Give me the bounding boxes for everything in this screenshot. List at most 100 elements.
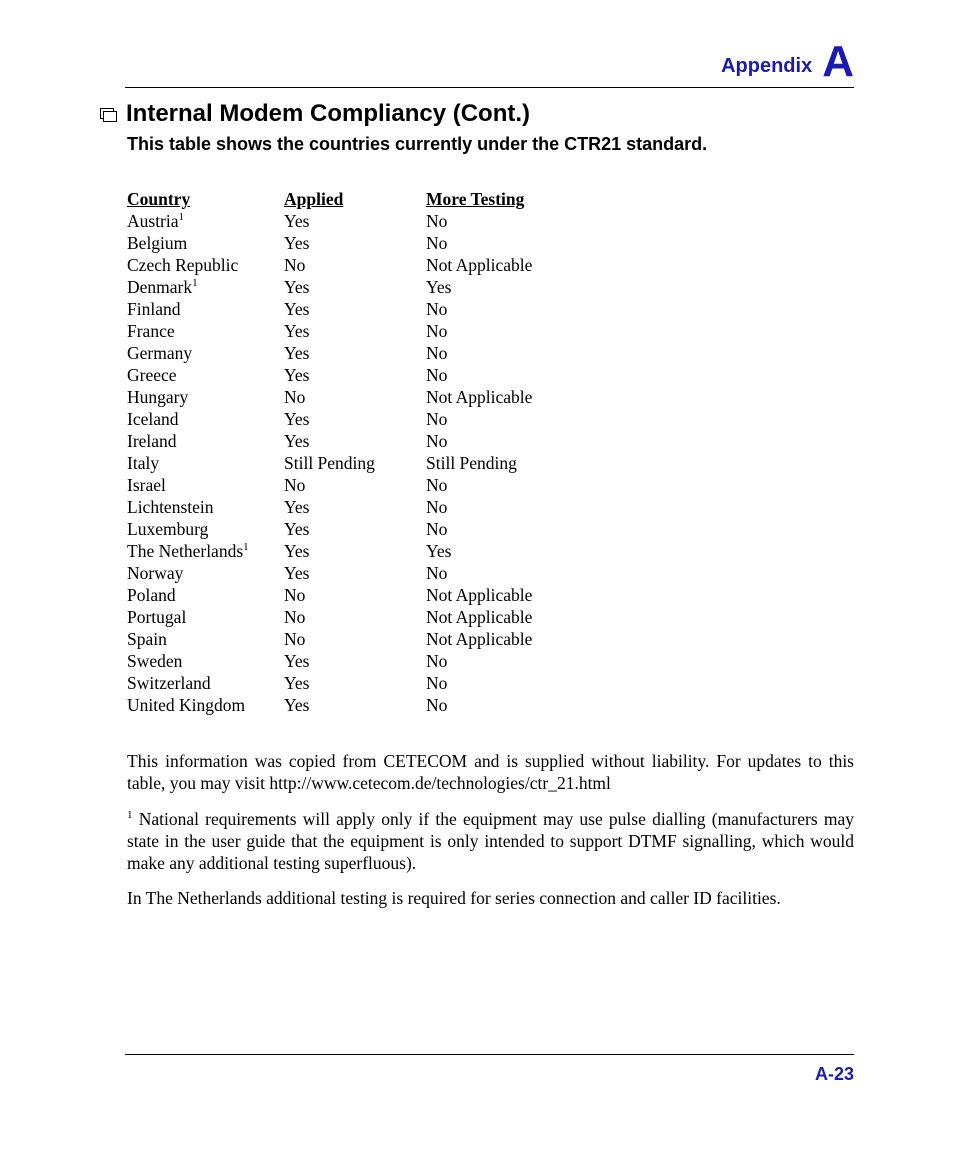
- table-row: IcelandYesNo: [127, 409, 598, 431]
- table-row: Denmark1YesYes: [127, 277, 598, 299]
- cell-country: Greece: [127, 365, 284, 387]
- cell-applied: Yes: [284, 277, 426, 299]
- cell-country: United Kingdom: [127, 695, 284, 717]
- cell-applied: Yes: [284, 211, 426, 233]
- cell-country: Italy: [127, 453, 284, 475]
- cell-applied: Yes: [284, 695, 426, 717]
- cell-more-testing: No: [426, 673, 598, 695]
- table-row: IrelandYesNo: [127, 431, 598, 453]
- footer-rule: [125, 1054, 854, 1055]
- cell-country: Norway: [127, 563, 284, 585]
- footnote-1-text: National requirements will apply only if…: [127, 809, 854, 873]
- cell-more-testing: Not Applicable: [426, 585, 598, 607]
- cell-more-testing: No: [426, 365, 598, 387]
- country-sup: 1: [192, 277, 198, 289]
- section-subtitle: This table shows the countries currently…: [127, 134, 854, 155]
- cell-more-testing: No: [426, 299, 598, 321]
- cell-applied: Yes: [284, 299, 426, 321]
- cell-applied: No: [284, 585, 426, 607]
- cell-applied: Still Pending: [284, 453, 426, 475]
- cell-more-testing: Not Applicable: [426, 607, 598, 629]
- cell-more-testing: Yes: [426, 277, 598, 299]
- cell-country: Lichtenstein: [127, 497, 284, 519]
- cell-applied: Yes: [284, 343, 426, 365]
- cell-applied: No: [284, 607, 426, 629]
- cell-country: Belgium: [127, 233, 284, 255]
- cell-country: Hungary: [127, 387, 284, 409]
- appendix-label: Appendix: [721, 55, 812, 84]
- cell-more-testing: Not Applicable: [426, 387, 598, 409]
- cell-applied: Yes: [284, 651, 426, 673]
- table-row: HungaryNoNot Applicable: [127, 387, 598, 409]
- col-applied: Applied: [284, 189, 426, 211]
- appendix-letter: A: [822, 40, 854, 84]
- footnote-netherlands: In The Netherlands additional testing is…: [127, 888, 854, 910]
- table-row: LichtensteinYesNo: [127, 497, 598, 519]
- table-row: Czech RepublicNoNot Applicable: [127, 255, 598, 277]
- cell-country: Austria1: [127, 211, 284, 233]
- cell-country: Israel: [127, 475, 284, 497]
- cell-applied: Yes: [284, 365, 426, 387]
- table-row: FinlandYesNo: [127, 299, 598, 321]
- cell-applied: No: [284, 387, 426, 409]
- cell-country: Ireland: [127, 431, 284, 453]
- country-sup: 1: [243, 541, 249, 553]
- cell-applied: Yes: [284, 497, 426, 519]
- cell-country: Poland: [127, 585, 284, 607]
- table-row: GreeceYesNo: [127, 365, 598, 387]
- table-row: SwedenYesNo: [127, 651, 598, 673]
- cell-applied: Yes: [284, 321, 426, 343]
- table-row: ItalyStill PendingStill Pending: [127, 453, 598, 475]
- table-row: PolandNoNot Applicable: [127, 585, 598, 607]
- cell-country: Portugal: [127, 607, 284, 629]
- cell-country: Sweden: [127, 651, 284, 673]
- table-row: IsraelNoNo: [127, 475, 598, 497]
- cell-more-testing: No: [426, 343, 598, 365]
- page-header: Appendix A: [125, 40, 854, 88]
- col-more-testing: More Testing: [426, 189, 598, 211]
- table-row: The Netherlands1YesYes: [127, 541, 598, 563]
- cell-applied: Yes: [284, 409, 426, 431]
- cell-applied: Yes: [284, 233, 426, 255]
- table-row: Austria1YesNo: [127, 211, 598, 233]
- footnote-1: 1 National requirements will apply only …: [127, 809, 854, 875]
- table-header-row: Country Applied More Testing: [127, 189, 598, 211]
- cell-more-testing: No: [426, 651, 598, 673]
- cell-more-testing: No: [426, 695, 598, 717]
- cell-applied: No: [284, 475, 426, 497]
- section-title: Internal Modem Compliancy (Cont.): [126, 100, 530, 128]
- cell-country: The Netherlands1: [127, 541, 284, 563]
- table-row: PortugalNoNot Applicable: [127, 607, 598, 629]
- cell-more-testing: No: [426, 409, 598, 431]
- cell-applied: No: [284, 255, 426, 277]
- cell-country: Spain: [127, 629, 284, 651]
- cell-country: Czech Republic: [127, 255, 284, 277]
- cell-more-testing: No: [426, 563, 598, 585]
- cell-more-testing: Not Applicable: [426, 629, 598, 651]
- cell-country: Denmark1: [127, 277, 284, 299]
- cell-country: Germany: [127, 343, 284, 365]
- cell-more-testing: Not Applicable: [426, 255, 598, 277]
- col-country: Country: [127, 189, 284, 211]
- cell-country: Iceland: [127, 409, 284, 431]
- table-row: GermanyYesNo: [127, 343, 598, 365]
- cell-country: Luxemburg: [127, 519, 284, 541]
- cell-more-testing: No: [426, 431, 598, 453]
- cell-more-testing: Yes: [426, 541, 598, 563]
- table-row: BelgiumYesNo: [127, 233, 598, 255]
- cell-applied: Yes: [284, 673, 426, 695]
- table-row: SpainNoNot Applicable: [127, 629, 598, 651]
- cell-more-testing: No: [426, 211, 598, 233]
- compliancy-table: Country Applied More Testing Austria1Yes…: [127, 189, 598, 717]
- table-row: LuxemburgYesNo: [127, 519, 598, 541]
- screens-icon: [100, 108, 118, 124]
- cell-applied: No: [284, 629, 426, 651]
- page-number: A-23: [815, 1064, 854, 1085]
- cell-applied: Yes: [284, 519, 426, 541]
- cell-more-testing: No: [426, 497, 598, 519]
- table-row: SwitzerlandYesNo: [127, 673, 598, 695]
- table-row: FranceYesNo: [127, 321, 598, 343]
- cell-country: Finland: [127, 299, 284, 321]
- table-row: NorwayYesNo: [127, 563, 598, 585]
- cell-more-testing: No: [426, 519, 598, 541]
